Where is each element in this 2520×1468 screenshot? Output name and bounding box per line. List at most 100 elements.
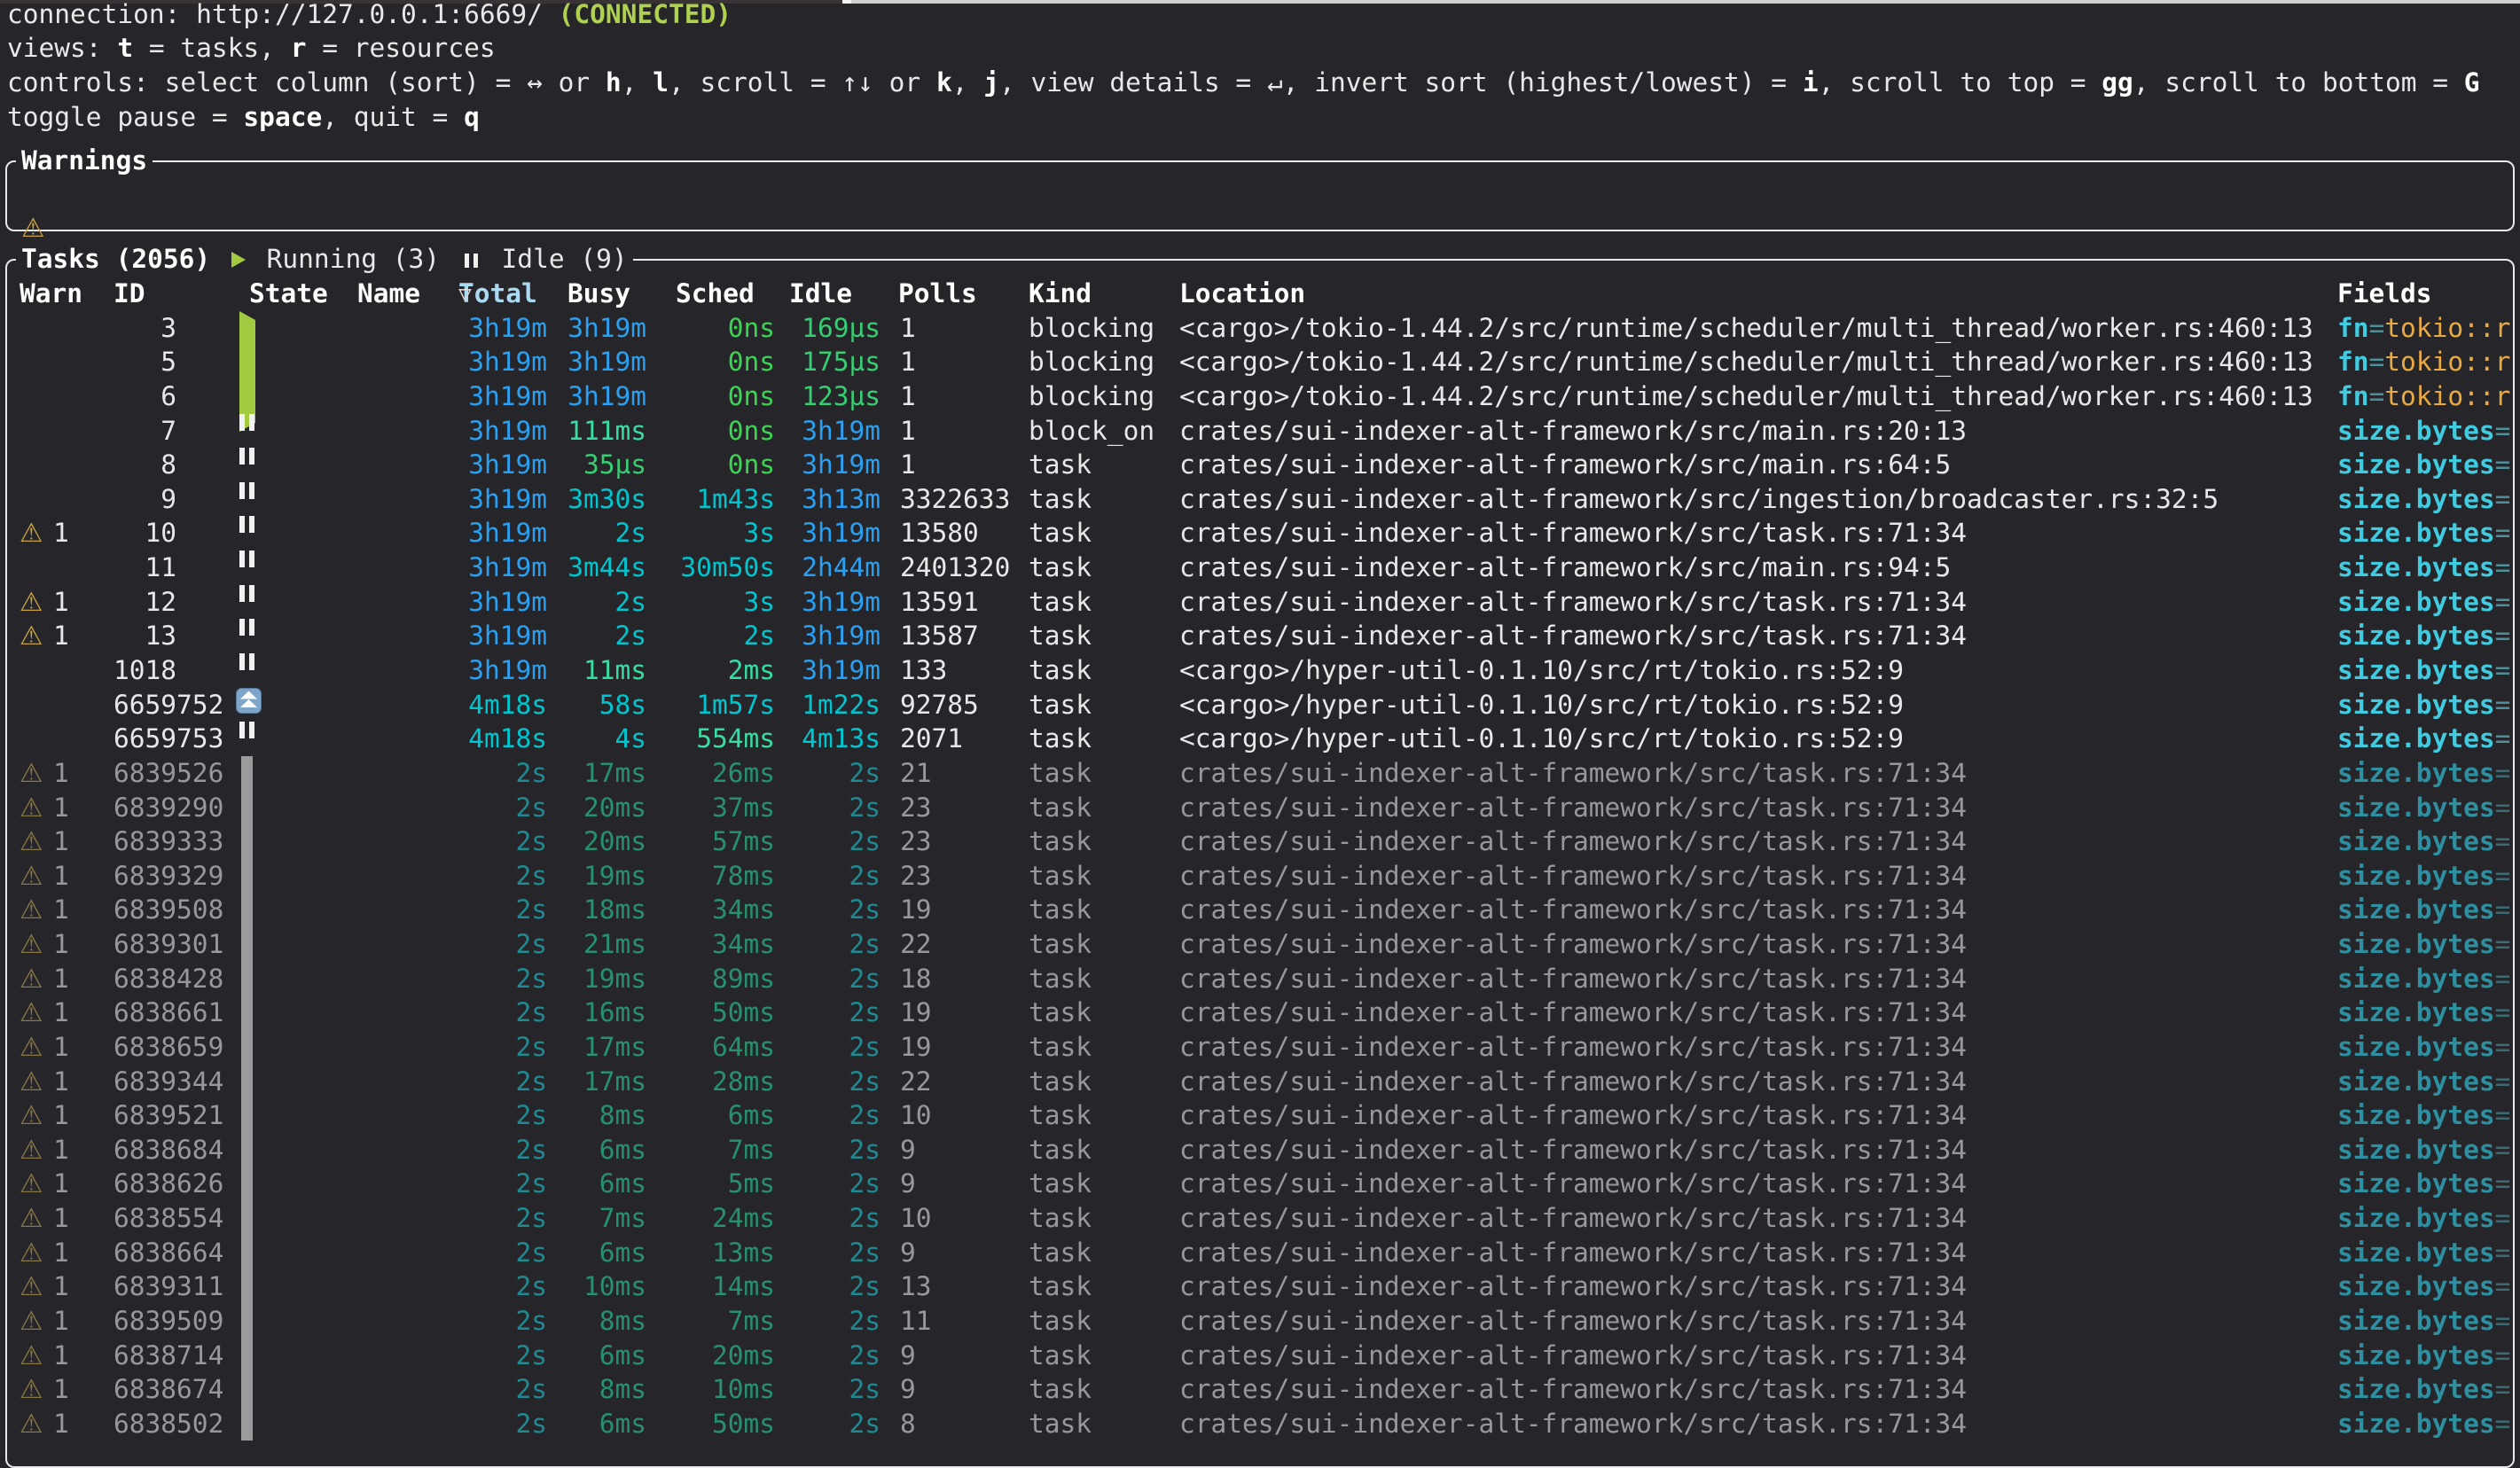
task-row[interactable]: ⚠168386612s16ms50ms2s19taskcrates/sui-in…	[0, 996, 2520, 1030]
task-row[interactable]: ⚠168395092s8ms7ms2s11taskcrates/sui-inde…	[0, 1304, 2520, 1339]
task-row[interactable]: ⚠168385542s7ms24ms2s10taskcrates/sui-ind…	[0, 1201, 2520, 1236]
task-kind: task	[1029, 722, 1092, 756]
task-location: crates/sui-indexer-alt-framework/src/mai…	[1179, 448, 1951, 482]
task-row[interactable]: 83h19m35µs0ns3h19m1taskcrates/sui-indexe…	[0, 448, 2520, 482]
idle-duration: 2h44m	[771, 550, 880, 585]
idle-duration: 4m13s	[771, 722, 880, 756]
help-segment: , quit =	[322, 102, 464, 132]
busy-duration: 3h19m	[536, 345, 646, 379]
warnings-panel-title: Warnings	[21, 145, 147, 176]
task-location: crates/sui-indexer-alt-framework/src/tas…	[1179, 1407, 1967, 1441]
sched-duration: 1m57s	[654, 688, 775, 722]
idle-duration: 2s	[771, 1269, 880, 1304]
busy-duration: 17ms	[536, 756, 646, 791]
total-duration: 3h19m	[458, 585, 547, 620]
column-header-sched[interactable]: Sched	[676, 277, 755, 311]
task-row[interactable]: 66597524m18s58s1m57s1m22s92785task<cargo…	[0, 688, 2520, 722]
task-row[interactable]: ⚠168393332s20ms57ms2s23taskcrates/sui-in…	[0, 824, 2520, 859]
task-row[interactable]: ⚠168393292s19ms78ms2s23taskcrates/sui-in…	[0, 859, 2520, 894]
task-row[interactable]: ⚠1103h19m2s3s3h19m13580taskcrates/sui-in…	[0, 516, 2520, 550]
task-location: crates/sui-indexer-alt-framework/src/tas…	[1179, 1133, 1967, 1167]
help-segment: ,	[952, 67, 984, 98]
state-done-icon	[241, 927, 253, 962]
column-header-name[interactable]: Name	[357, 277, 420, 311]
task-row[interactable]: ⚠168393112s10ms14ms2s13taskcrates/sui-in…	[0, 1269, 2520, 1304]
idle-duration: 2s	[771, 1133, 880, 1167]
idle-duration: 1m22s	[771, 688, 880, 722]
task-kind: task	[1029, 962, 1092, 996]
task-kind: task	[1029, 1304, 1092, 1339]
task-row[interactable]: 113h19m3m44s30m50s2h44m2401320taskcrates…	[0, 550, 2520, 585]
busy-duration: 8ms	[536, 1304, 646, 1339]
warn-count: 1	[53, 1133, 69, 1167]
column-header-polls[interactable]: Polls	[898, 277, 977, 311]
warning-icon: ⚠	[20, 962, 43, 996]
task-location: <cargo>/tokio-1.44.2/src/runtime/schedul…	[1179, 311, 2313, 346]
idle-duration: 2s	[771, 1339, 880, 1373]
task-kind: blocking	[1029, 345, 1154, 379]
polls-count: 9	[900, 1372, 916, 1407]
task-row[interactable]: ⚠168386592s17ms64ms2s19taskcrates/sui-in…	[0, 1030, 2520, 1065]
task-fields: size.bytes=	[2337, 1339, 2510, 1373]
sched-duration: 5ms	[654, 1167, 775, 1201]
task-row[interactable]: ⚠168395262s17ms26ms2s21taskcrates/sui-in…	[0, 756, 2520, 791]
task-row[interactable]: 93h19m3m30s1m43s3h13m3322633taskcrates/s…	[0, 482, 2520, 517]
column-header-id[interactable]: ID	[113, 277, 145, 311]
task-row[interactable]: 33h19m3h19m0ns169µs1blocking<cargo>/toki…	[0, 311, 2520, 346]
task-row[interactable]: ⚠168395082s18ms34ms2s19taskcrates/sui-in…	[0, 893, 2520, 927]
task-fields: size.bytes=	[2337, 448, 2510, 482]
task-row[interactable]: ⚠1133h19m2s2s3h19m13587taskcrates/sui-in…	[0, 619, 2520, 653]
task-id: 6839333	[113, 824, 223, 859]
busy-duration: 17ms	[536, 1065, 646, 1099]
task-row[interactable]: ⚠168386842s6ms7ms2s9taskcrates/sui-index…	[0, 1133, 2520, 1167]
column-header-kind[interactable]: Kind	[1029, 277, 1092, 311]
polls-count: 13591	[900, 585, 979, 620]
help-segment: , invert sort (highest/lowest) =	[1283, 67, 1803, 98]
column-header-location[interactable]: Location	[1179, 277, 1305, 311]
task-id: 10	[113, 516, 176, 550]
task-row[interactable]: ⚠168386642s6ms13ms2s9taskcrates/sui-inde…	[0, 1236, 2520, 1270]
task-row[interactable]: 53h19m3h19m0ns175µs1blocking<cargo>/toki…	[0, 345, 2520, 379]
task-row[interactable]: ⚠168393442s17ms28ms2s22taskcrates/sui-in…	[0, 1065, 2520, 1099]
task-row[interactable]: ⚠168386742s8ms10ms2s9taskcrates/sui-inde…	[0, 1372, 2520, 1407]
column-header-busy[interactable]: Busy	[567, 277, 630, 311]
task-fields: size.bytes=	[2337, 414, 2510, 449]
task-row[interactable]: ⚠168385022s6ms50ms2s8taskcrates/sui-inde…	[0, 1407, 2520, 1441]
task-row[interactable]: 66597534m18s4s554ms4m13s2071task<cargo>/…	[0, 722, 2520, 756]
column-header-warn[interactable]: Warn	[20, 277, 82, 311]
busy-duration: 20ms	[536, 824, 646, 859]
task-row[interactable]: ⚠168393012s21ms34ms2s22taskcrates/sui-in…	[0, 927, 2520, 962]
task-row[interactable]: 10183h19m11ms2ms3h19m133task<cargo>/hype…	[0, 653, 2520, 688]
connection-status: (CONNECTED)	[559, 0, 732, 29]
task-kind: task	[1029, 653, 1092, 688]
idle-duration: 2s	[771, 791, 880, 825]
task-row[interactable]: ⚠1123h19m2s3s3h19m13591taskcrates/sui-in…	[0, 585, 2520, 620]
sched-duration: 30m50s	[654, 550, 775, 585]
key-hint: j	[983, 67, 999, 98]
warn-count: 1	[53, 1304, 69, 1339]
task-row[interactable]: ⚠168395212s8ms6ms2s10taskcrates/sui-inde…	[0, 1098, 2520, 1133]
column-header-idle[interactable]: Idle	[789, 277, 852, 311]
task-fields: size.bytes=	[2337, 1167, 2510, 1201]
warning-icon: ⚠	[20, 1236, 43, 1270]
help-segment: ↑↓	[841, 67, 873, 98]
busy-duration: 6ms	[536, 1236, 646, 1270]
task-row[interactable]: ⚠168386262s6ms5ms2s9taskcrates/sui-index…	[0, 1167, 2520, 1201]
sched-duration: 0ns	[654, 414, 775, 449]
task-row[interactable]: 63h19m3h19m0ns123µs1blocking<cargo>/toki…	[0, 379, 2520, 414]
column-header-fields[interactable]: Fields	[2337, 277, 2432, 311]
warning-icon: ⚠	[20, 859, 43, 894]
task-row[interactable]: ⚠168392902s20ms37ms2s23taskcrates/sui-in…	[0, 791, 2520, 825]
task-location: crates/sui-indexer-alt-framework/src/mai…	[1179, 550, 1951, 585]
task-location: <cargo>/hyper-util-0.1.10/src/rt/tokio.r…	[1179, 688, 1904, 722]
task-row[interactable]: ⚠168384282s19ms89ms2s18taskcrates/sui-in…	[0, 962, 2520, 996]
polls-count: 13580	[900, 516, 979, 550]
task-row[interactable]: 73h19m111ms0ns3h19m1block_oncrates/sui-i…	[0, 414, 2520, 449]
total-duration: 3h19m	[458, 345, 547, 379]
column-header-state[interactable]: State	[249, 277, 328, 311]
task-row[interactable]: ⚠168387142s6ms20ms2s9taskcrates/sui-inde…	[0, 1339, 2520, 1373]
total-duration: 2s	[458, 1133, 547, 1167]
task-id: 12	[113, 585, 176, 620]
idle-duration: 2s	[771, 1167, 880, 1201]
state-done-icon	[241, 1030, 253, 1065]
